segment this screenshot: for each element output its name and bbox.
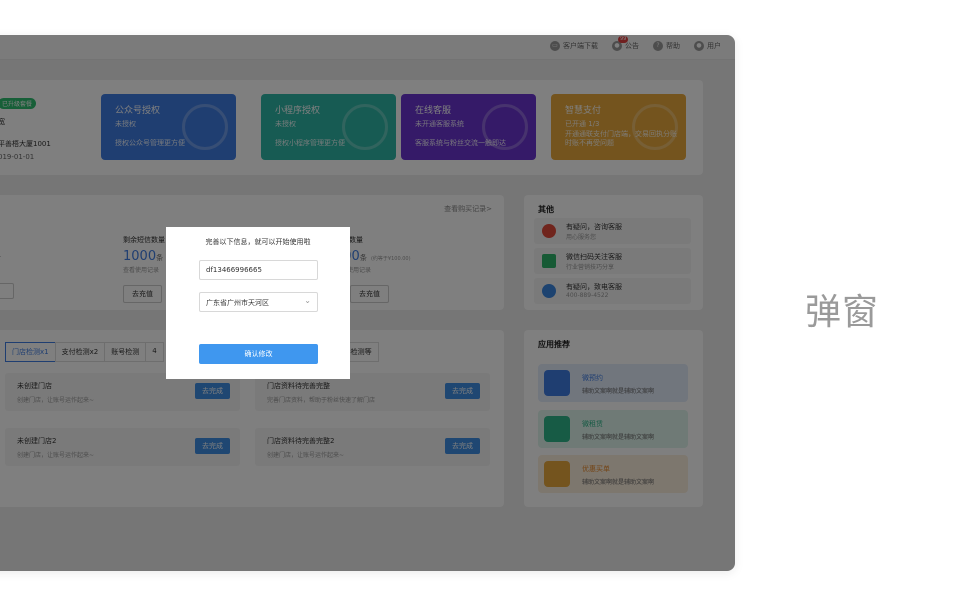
caption-label: 弹窗 — [805, 292, 880, 333]
chevron-down-icon: ⌄ — [304, 296, 311, 305]
dialog-title: 完善以下信息，就可以开始使用啦 — [205, 238, 311, 246]
region-select[interactable]: 广东省广州市天河区 ⌄ — [199, 292, 318, 312]
modal-backdrop[interactable] — [0, 35, 735, 571]
confirm-button[interactable]: 确认修改 — [199, 344, 318, 364]
region-value: 广东省广州市天河区 — [206, 299, 269, 307]
account-input[interactable] — [199, 260, 318, 280]
complete-info-dialog: 完善以下信息，就可以开始使用啦 广东省广州市天河区 ⌄ 确认修改 — [166, 227, 350, 379]
canvas: ▭ 客户端下载 ● 99 公告 ? 帮助 ● 用户 已升 — [0, 0, 954, 600]
app-window: ▭ 客户端下载 ● 99 公告 ? 帮助 ● 用户 已升 — [0, 35, 735, 571]
